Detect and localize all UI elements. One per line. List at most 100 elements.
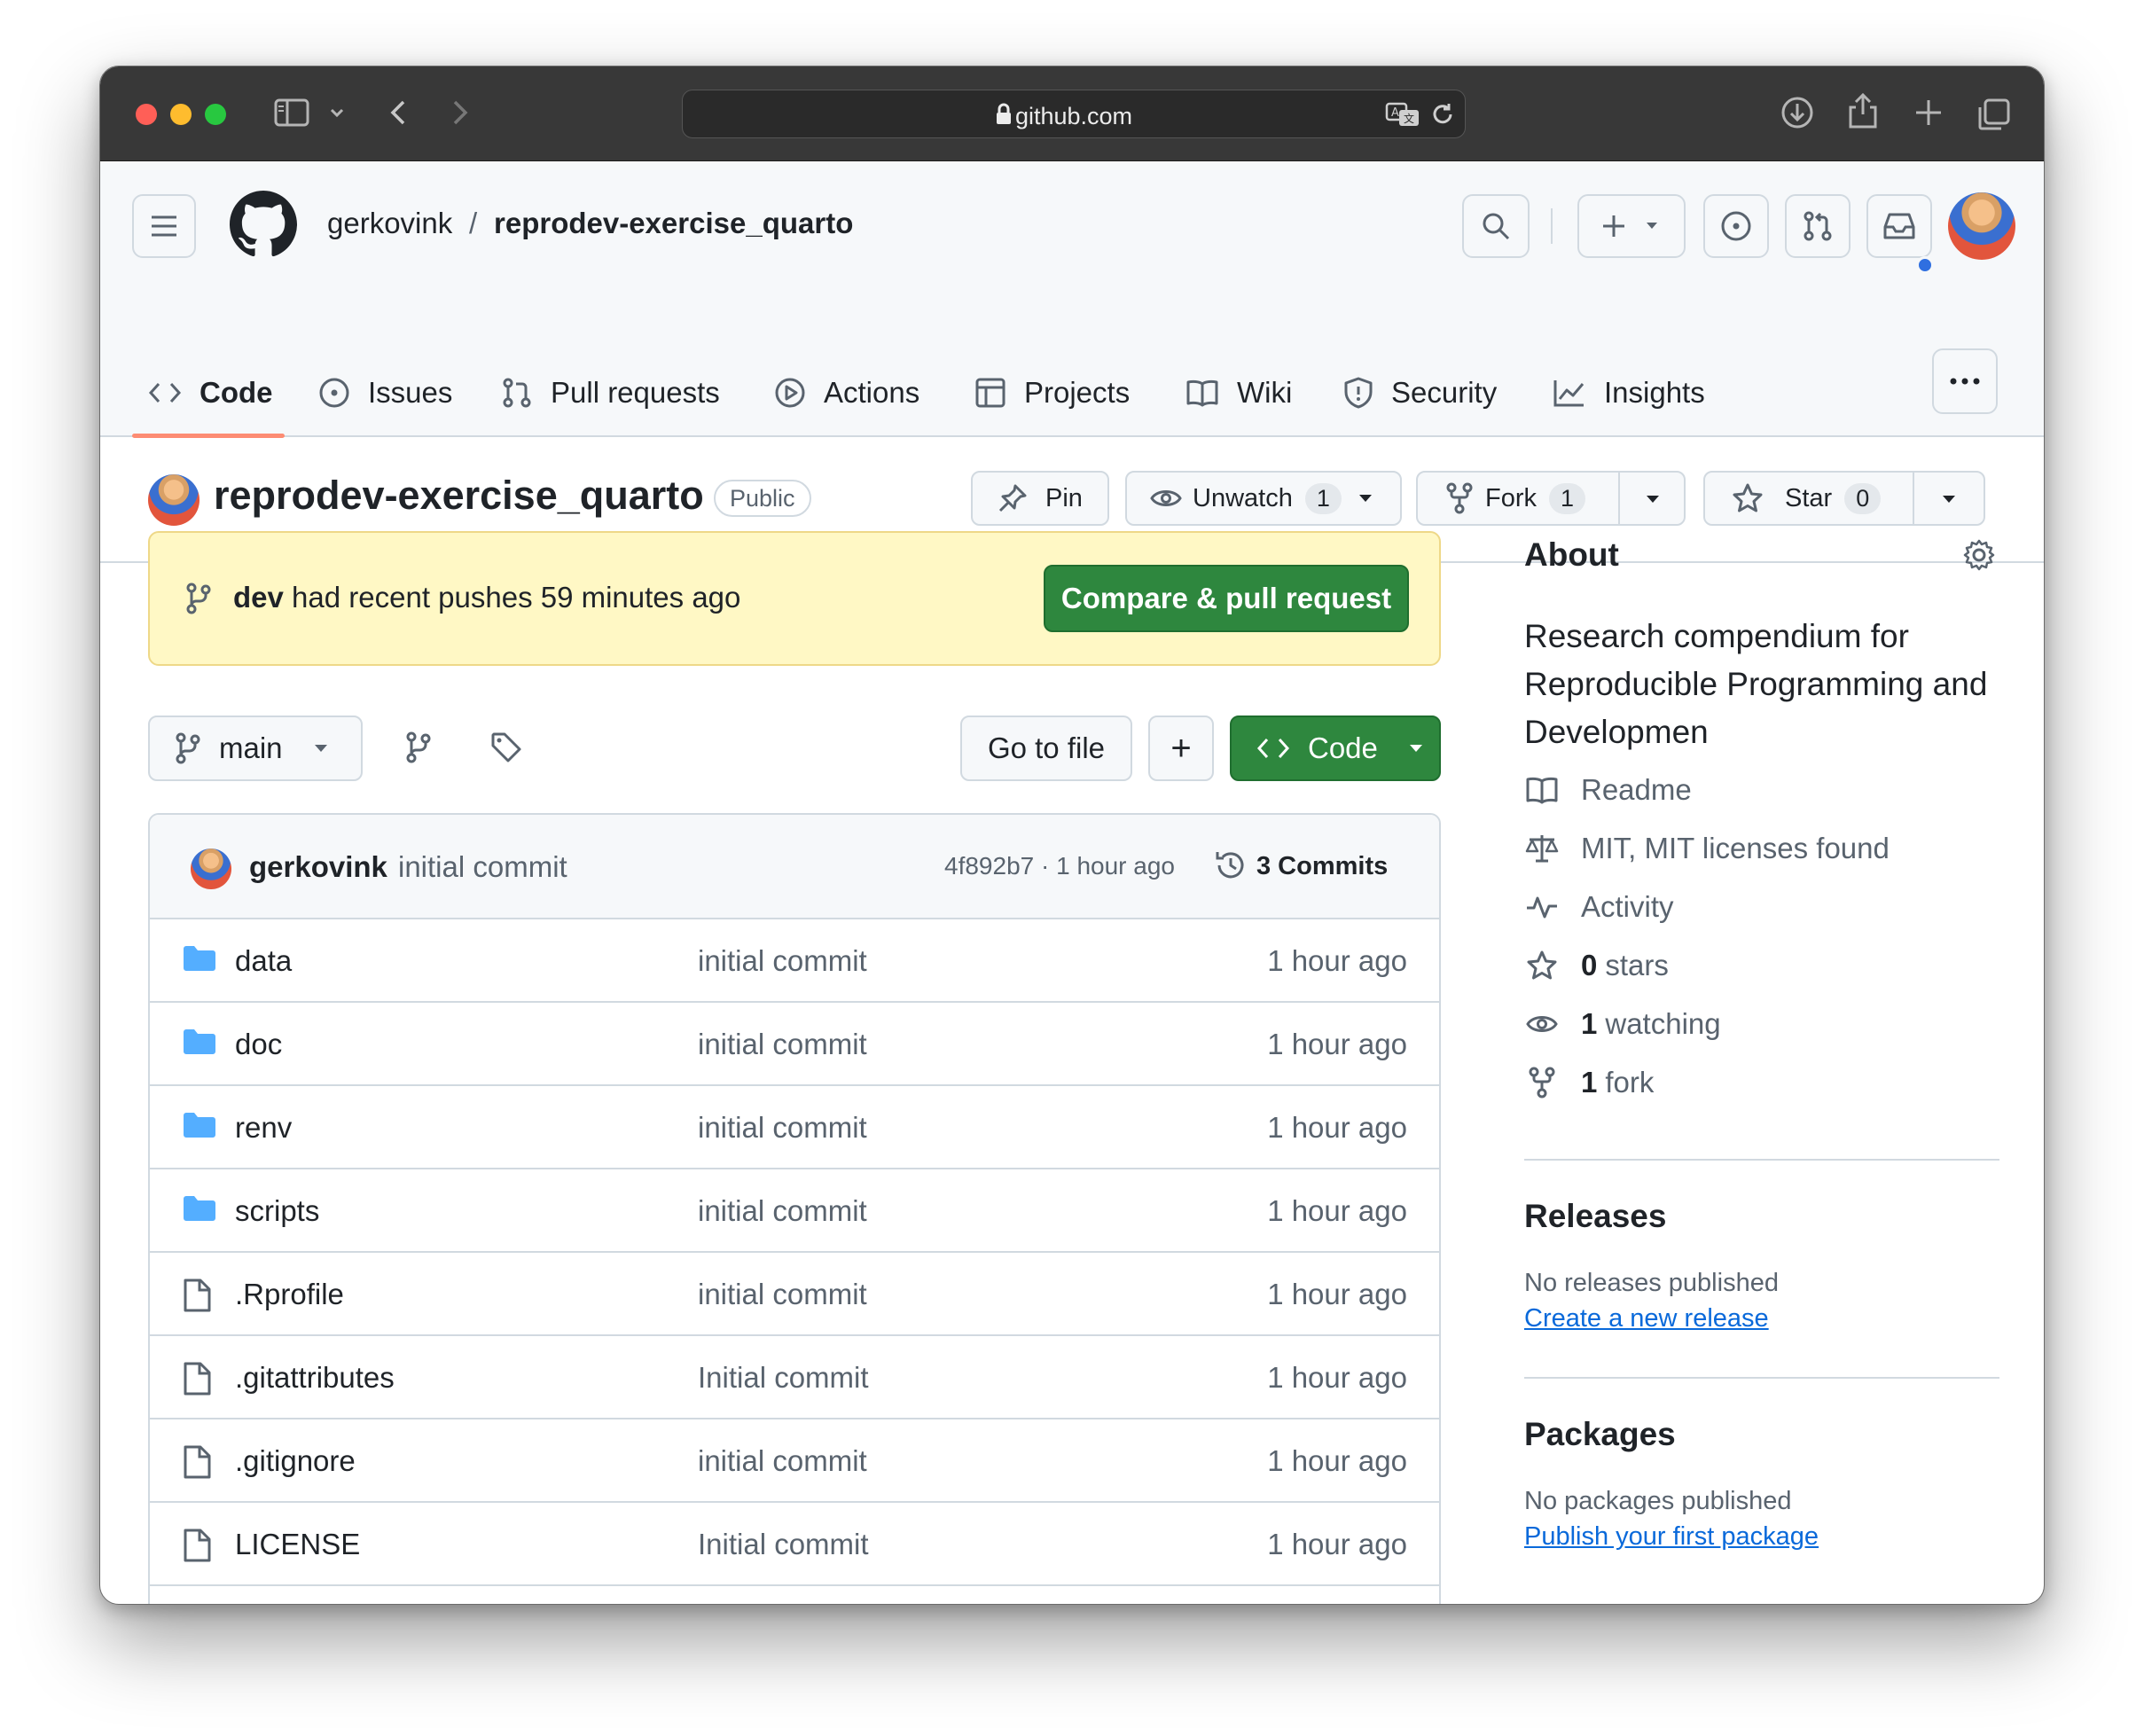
forks-link[interactable]: 1 fork [1524,1063,1654,1102]
license-link[interactable]: MIT, MIT licenses found [1524,829,1890,868]
downloads-icon[interactable] [1780,95,1815,130]
tab-code[interactable]: Code [148,348,273,437]
tab-overview-icon[interactable] [1976,97,2012,132]
breadcrumb-separator: / [469,207,478,239]
watchers-link[interactable]: 1 watching [1524,1005,1721,1044]
new-tab-icon[interactable] [1913,97,1944,129]
code-dropdown-button[interactable]: Code [1230,716,1441,781]
file-name-link[interactable]: scripts [235,1194,319,1228]
activity-link[interactable]: Activity [1524,888,1674,927]
reload-icon[interactable] [1429,101,1456,128]
file-commit-message[interactable]: initial commit [698,1194,867,1228]
tab-actions[interactable]: Actions [774,348,919,437]
close-window-button[interactable] [136,104,157,125]
search-button[interactable] [1462,194,1530,258]
tab-issues[interactable]: Issues [318,348,452,437]
tag-icon[interactable] [490,731,522,763]
button-divider [1618,473,1620,524]
go-to-file-button[interactable]: Go to file [960,716,1132,781]
file-commit-message[interactable]: initial commit [698,1111,867,1145]
inbox-button[interactable] [1866,194,1932,258]
file-row[interactable]: .Rprofile initial commit 1 hour ago [150,1253,1439,1336]
file-row[interactable]: LICENSE Initial commit 1 hour ago [150,1503,1439,1586]
menu-button[interactable] [132,194,196,258]
graph-icon [1553,378,1586,408]
file-name-link[interactable]: .Rprofile [235,1278,344,1311]
file-row[interactable]: .gitattributes Initial commit 1 hour ago [150,1336,1439,1419]
commits-link[interactable]: 3 Commits [1256,852,1388,881]
tab-pull-requests[interactable]: Pull requests [501,348,720,437]
star-button[interactable]: Star 0 [1703,471,1985,526]
back-icon[interactable] [387,97,409,129]
commit-message[interactable]: initial commit [398,850,567,884]
publish-package-link[interactable]: Publish your first package [1524,1522,1819,1552]
file-icon [182,1528,212,1563]
tab-projects[interactable]: Projects [974,348,1130,437]
gear-icon[interactable] [1962,538,1996,572]
chevron-down-icon[interactable] [329,107,345,118]
github-logo-icon[interactable] [230,191,297,258]
branch-selector[interactable]: main [148,716,363,781]
repo-link[interactable]: reprodev-exercise_quarto [494,207,853,240]
file-row[interactable]: renv initial commit 1 hour ago [150,1086,1439,1169]
tab-security[interactable]: Security [1343,348,1497,437]
file-commit-message[interactable]: initial commit [698,944,867,978]
triangle-down-icon[interactable] [1645,494,1661,504]
file-commit-message[interactable]: Initial commit [698,1361,869,1395]
owner-link[interactable]: gerkovink [327,207,452,240]
file-commit-message[interactable]: initial commit [698,1444,867,1478]
owner-avatar[interactable] [148,474,200,526]
add-file-button[interactable]: + [1148,716,1214,781]
file-name-link[interactable]: renv [235,1111,292,1145]
compare-pull-request-button[interactable]: Compare & pull request [1044,565,1409,632]
file-row[interactable]: scripts initial commit 1 hour ago [150,1169,1439,1253]
file-row[interactable]: doc initial commit 1 hour ago [150,1003,1439,1086]
tab-wiki[interactable]: Wiki [1185,348,1292,437]
commit-author[interactable]: gerkovink [249,850,387,884]
address-bar[interactable]: github.com A文 [682,90,1466,138]
minimize-window-button[interactable] [170,104,192,125]
unwatch-button[interactable]: Unwatch 1 [1125,471,1402,526]
commit-meta[interactable]: 4f892b7 · 1 hour ago [944,852,1175,880]
file-row[interactable]: .gitignore initial commit 1 hour ago [150,1419,1439,1503]
releases-heading[interactable]: Releases [1524,1198,1666,1235]
tab-insights[interactable]: Insights [1553,348,1705,437]
file-commit-message[interactable]: Initial commit [698,1528,869,1561]
pull-requests-button[interactable] [1785,194,1851,258]
table-icon [974,377,1006,409]
issues-button[interactable] [1703,194,1769,258]
git-pull-request-icon [1804,211,1832,241]
triangle-down-icon [1647,223,1657,229]
pin-button[interactable]: Pin [971,471,1109,526]
stars-link[interactable]: 0 stars [1524,946,1669,985]
create-new-button[interactable] [1577,194,1686,258]
translate-icon[interactable]: A文 [1385,101,1420,128]
file-row[interactable]: data initial commit 1 hour ago [150,919,1439,1003]
forks-count: 1 [1581,1066,1598,1099]
triangle-down-icon[interactable] [1941,494,1957,504]
user-avatar[interactable] [1948,192,2015,260]
star-count: 0 [1844,482,1882,514]
repo-forked-icon [1446,482,1473,514]
branch-name[interactable]: dev [233,581,284,614]
share-icon[interactable] [1847,91,1879,130]
file-commit-message[interactable]: initial commit [698,1028,867,1061]
more-tabs-button[interactable] [1932,348,1998,414]
fork-button[interactable]: Fork 1 [1416,471,1686,526]
forward-icon[interactable] [450,97,471,129]
zoom-window-button[interactable] [205,104,226,125]
repo-title[interactable]: reprodev-exercise_quarto [214,473,704,519]
branches-icon[interactable] [405,731,432,763]
triangle-down-icon [313,743,329,754]
readme-link[interactable]: Readme [1524,770,1692,809]
commit-author-avatar[interactable] [191,848,231,889]
file-name-link[interactable]: LICENSE [235,1528,360,1561]
file-name-link[interactable]: .gitignore [235,1444,356,1478]
packages-heading[interactable]: Packages [1524,1416,1676,1453]
file-name-link[interactable]: .gitattributes [235,1361,395,1395]
create-release-link[interactable]: Create a new release [1524,1304,1769,1333]
file-name-link[interactable]: doc [235,1028,282,1061]
sidebar-toggle-icon[interactable] [274,97,309,129]
file-name-link[interactable]: data [235,944,292,978]
file-commit-message[interactable]: initial commit [698,1278,867,1311]
